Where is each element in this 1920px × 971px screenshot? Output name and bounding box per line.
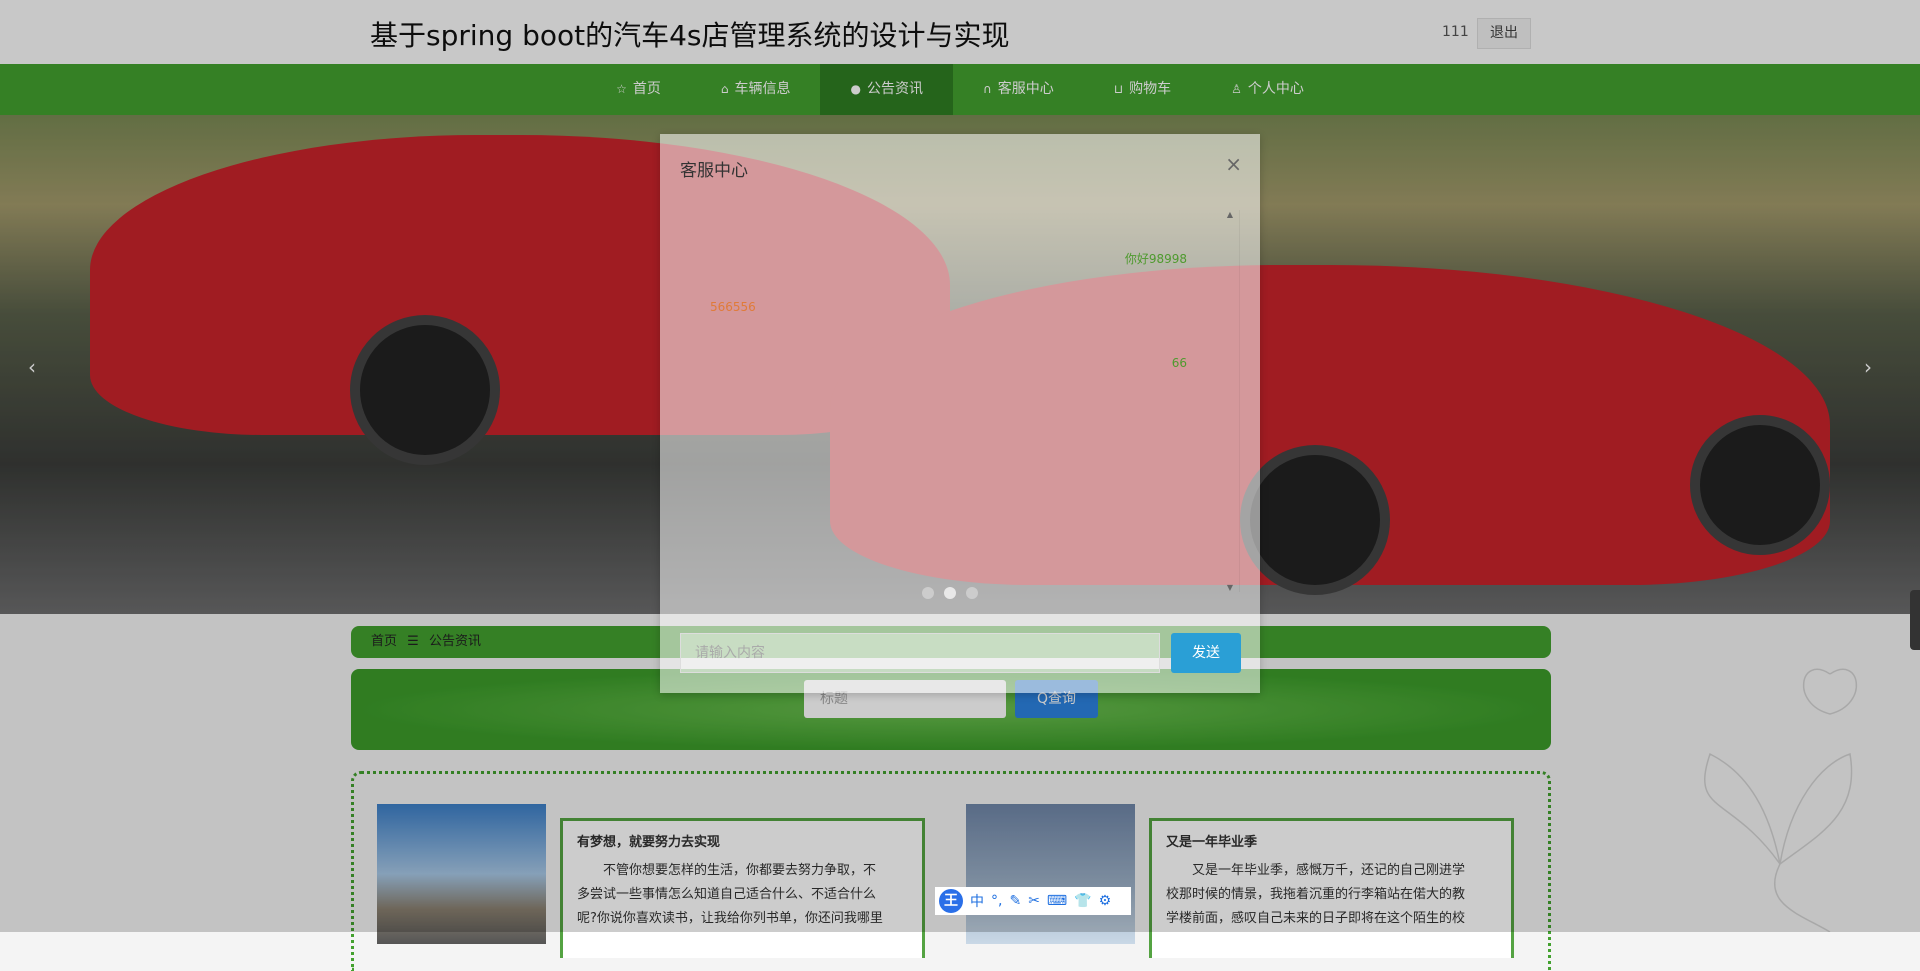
- chat-message: 566556: [710, 300, 756, 314]
- customer-service-dialog: 客服中心 × ▲ 你好98998 566556 66 ▼ 请输入内容 发送: [660, 134, 1260, 693]
- ime-tool-icon[interactable]: 中: [970, 891, 984, 911]
- ime-logo[interactable]: 王: [939, 889, 963, 913]
- ime-tool-icon[interactable]: ✎: [1009, 893, 1021, 909]
- ime-tool-icon[interactable]: °,: [991, 893, 1002, 909]
- chat-messages[interactable]: ▲ 你好98998 566556 66 ▼: [680, 210, 1240, 592]
- send-button[interactable]: 发送: [1171, 633, 1241, 673]
- chat-message: 66: [1171, 356, 1187, 370]
- ime-tool-icon[interactable]: 👕: [1074, 893, 1091, 909]
- chat-message: 你好98998: [1124, 252, 1187, 266]
- ime-tool-icon[interactable]: ⚙: [1099, 893, 1112, 909]
- chat-input[interactable]: 请输入内容: [680, 633, 1160, 673]
- ime-toolbar: 王 中 °, ✎ ✂ ⌨ 👕 ⚙: [935, 887, 1131, 915]
- ime-tool-icon[interactable]: ⌨: [1047, 893, 1067, 909]
- dialog-title: 客服中心: [680, 161, 748, 181]
- close-icon[interactable]: ×: [1225, 152, 1242, 176]
- ime-tool-icon[interactable]: ✂: [1028, 893, 1040, 909]
- scroll-down-icon[interactable]: ▼: [1227, 583, 1233, 592]
- scroll-up-icon[interactable]: ▲: [1227, 210, 1233, 219]
- side-panel-handle[interactable]: [1910, 590, 1920, 650]
